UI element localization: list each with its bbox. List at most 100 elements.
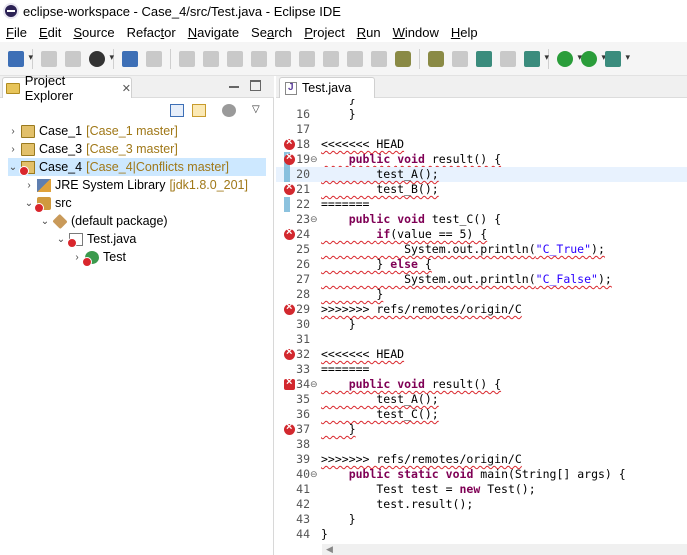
menu-item[interactable]: Help <box>445 25 484 40</box>
filter-icon[interactable] <box>222 104 236 117</box>
code-line[interactable]: 16 } <box>276 107 687 122</box>
code-text: System.out.println("C_True"); <box>321 242 605 256</box>
terminate-icon[interactable] <box>227 50 243 67</box>
code-line[interactable]: 21 test_B(); <box>276 181 687 197</box>
maximize-icon[interactable] <box>250 80 261 91</box>
code-text: } <box>321 107 356 121</box>
open-type-icon[interactable] <box>395 50 411 67</box>
menu-item[interactable]: Run <box>351 25 387 40</box>
code-line[interactable]: 32 <<<<<<< HEAD <box>276 346 687 362</box>
tree-item[interactable]: ⌄ src <box>24 194 72 213</box>
code-line[interactable]: 34⊖ public void result() { <box>276 376 687 392</box>
menu-item[interactable]: Navigate <box>182 25 245 40</box>
code-line[interactable]: 41 Test test = new Test(); <box>276 482 687 497</box>
skip-breakpoints-icon[interactable] <box>146 50 162 67</box>
resume-icon[interactable] <box>179 50 195 67</box>
code-line[interactable]: 33 ======= <box>276 362 687 377</box>
tab-project-explorer[interactable]: Project Explorer ✕ <box>2 73 132 103</box>
fold-toggle-icon[interactable]: ⊖ <box>310 380 318 389</box>
tree-item[interactable]: ⌄ Case_4 [Case_4|Conflicts master] <box>8 158 266 176</box>
fold-toggle-icon[interactable]: ⊖ <box>310 155 318 164</box>
collapsed-arrow-icon[interactable]: › <box>24 180 34 191</box>
collapse-all-icon[interactable] <box>170 104 184 117</box>
tree-item[interactable]: › Test <box>72 248 126 267</box>
profile-icon[interactable] <box>89 50 114 67</box>
menu-item[interactable]: Project <box>298 25 350 40</box>
code-line[interactable]: 42 test.result(); <box>276 497 687 512</box>
expanded-arrow-icon[interactable]: ⌄ <box>40 216 50 227</box>
code-line[interactable]: } <box>276 99 687 107</box>
menu-item[interactable]: File <box>0 25 33 40</box>
code-line[interactable]: 23 ⊖ public void test_C() { <box>276 212 687 227</box>
code-line[interactable]: 22 ======= <box>276 197 687 212</box>
use-step-filters-icon[interactable] <box>371 50 387 67</box>
code-line[interactable]: 35 test_A(); <box>276 392 687 407</box>
new-icon[interactable] <box>8 50 33 67</box>
expanded-arrow-icon[interactable]: ⌄ <box>24 198 34 209</box>
code-line[interactable]: 18 <<<<<<< HEAD <box>276 136 687 152</box>
code-line[interactable]: 19⊖ public void result() { <box>276 151 687 167</box>
collapsed-arrow-icon[interactable]: › <box>72 252 82 263</box>
tree-item[interactable]: › Case_1 [Case_1 master] <box>8 122 177 140</box>
save-icon[interactable] <box>41 50 57 67</box>
minimize-icon[interactable] <box>228 80 240 92</box>
show-whitespace-icon[interactable] <box>500 50 516 67</box>
terminal-icon[interactable] <box>122 50 138 67</box>
code-line[interactable]: 36 test_C(); <box>276 407 687 422</box>
code-line[interactable]: 28 } <box>276 287 687 302</box>
horizontal-scrollbar[interactable]: ◀ <box>322 544 687 555</box>
menu-item[interactable]: Edit <box>33 25 67 40</box>
code-editor[interactable]: }16 }1718<<<<<<< HEAD19⊖ public void res… <box>276 99 687 545</box>
save-all-icon[interactable] <box>65 50 81 67</box>
tree-item[interactable]: ⌄ (default package) <box>40 212 168 230</box>
external-tools-icon[interactable] <box>605 50 630 67</box>
scroll-left-icon[interactable]: ◀ <box>326 544 333 555</box>
code-line[interactable]: 24 if(value == 5) { <box>276 226 687 242</box>
drop-to-frame-icon[interactable] <box>347 50 363 67</box>
disconnect-icon[interactable] <box>251 50 267 67</box>
tab-test-java[interactable]: Test.java <box>279 77 375 98</box>
tree-item[interactable]: ⌄ Test.java <box>56 230 136 248</box>
code-line[interactable]: 40 ⊖ public static void main(String[] arg… <box>276 467 687 482</box>
suspend-icon[interactable] <box>203 50 219 67</box>
annotation-icon[interactable] <box>476 50 492 67</box>
code-line[interactable]: 44} <box>276 527 687 542</box>
collapsed-arrow-icon[interactable]: › <box>8 144 18 155</box>
code-line[interactable]: 39 >>>>>>> refs/remotes/origin/C <box>276 452 687 467</box>
code-line[interactable]: 26 } else { <box>276 257 687 272</box>
code-line[interactable]: 37 } <box>276 421 687 437</box>
code-line[interactable]: 29 >>>>>>> refs/remotes/origin/C <box>276 301 687 317</box>
line-number: 33 <box>296 362 310 376</box>
toggle-mark-icon[interactable] <box>428 50 444 67</box>
view-menu-icon[interactable]: ▽ <box>252 104 266 117</box>
code-line[interactable]: 38 <box>276 437 687 452</box>
step-return-icon[interactable] <box>323 50 339 67</box>
menu-item[interactable]: Refactor <box>121 25 182 40</box>
code-line[interactable]: 25 System.out.println("C_True"); <box>276 242 687 257</box>
step-over-icon[interactable] <box>299 50 315 67</box>
menu-item[interactable]: Search <box>245 25 298 40</box>
tree-item[interactable]: › Case_3 [Case_3 master] <box>8 140 177 158</box>
code-line[interactable]: 31 <box>276 332 687 347</box>
search-icon[interactable] <box>452 50 468 67</box>
expanded-arrow-icon[interactable]: ⌄ <box>56 234 66 245</box>
link-with-editor-icon[interactable] <box>192 104 206 117</box>
expanded-arrow-icon[interactable]: ⌄ <box>8 162 18 173</box>
menu-item[interactable]: Window <box>387 25 445 40</box>
collapsed-arrow-icon[interactable]: › <box>8 126 18 137</box>
fold-toggle-icon[interactable]: ⊖ <box>310 215 318 224</box>
code-line[interactable]: 43 } <box>276 512 687 527</box>
code-line[interactable]: 27 System.out.println("C_False"); <box>276 272 687 287</box>
run-icon[interactable] <box>557 50 582 67</box>
coverage-icon[interactable] <box>581 50 606 67</box>
close-icon[interactable]: ✕ <box>122 82 131 95</box>
menu-item[interactable]: Source <box>67 25 120 40</box>
debug-icon[interactable] <box>524 50 549 67</box>
fold-toggle-icon[interactable]: ⊖ <box>310 470 318 479</box>
code-text: public static void main(String[] args) { <box>348 467 626 481</box>
code-line[interactable]: 20 test_A(); <box>276 167 687 182</box>
step-into-icon[interactable] <box>275 50 291 67</box>
code-line[interactable]: 17 <box>276 122 687 137</box>
tree-item[interactable]: › JRE System Library [jdk1.8.0_201] <box>24 176 248 194</box>
code-line[interactable]: 30 } <box>276 317 687 332</box>
